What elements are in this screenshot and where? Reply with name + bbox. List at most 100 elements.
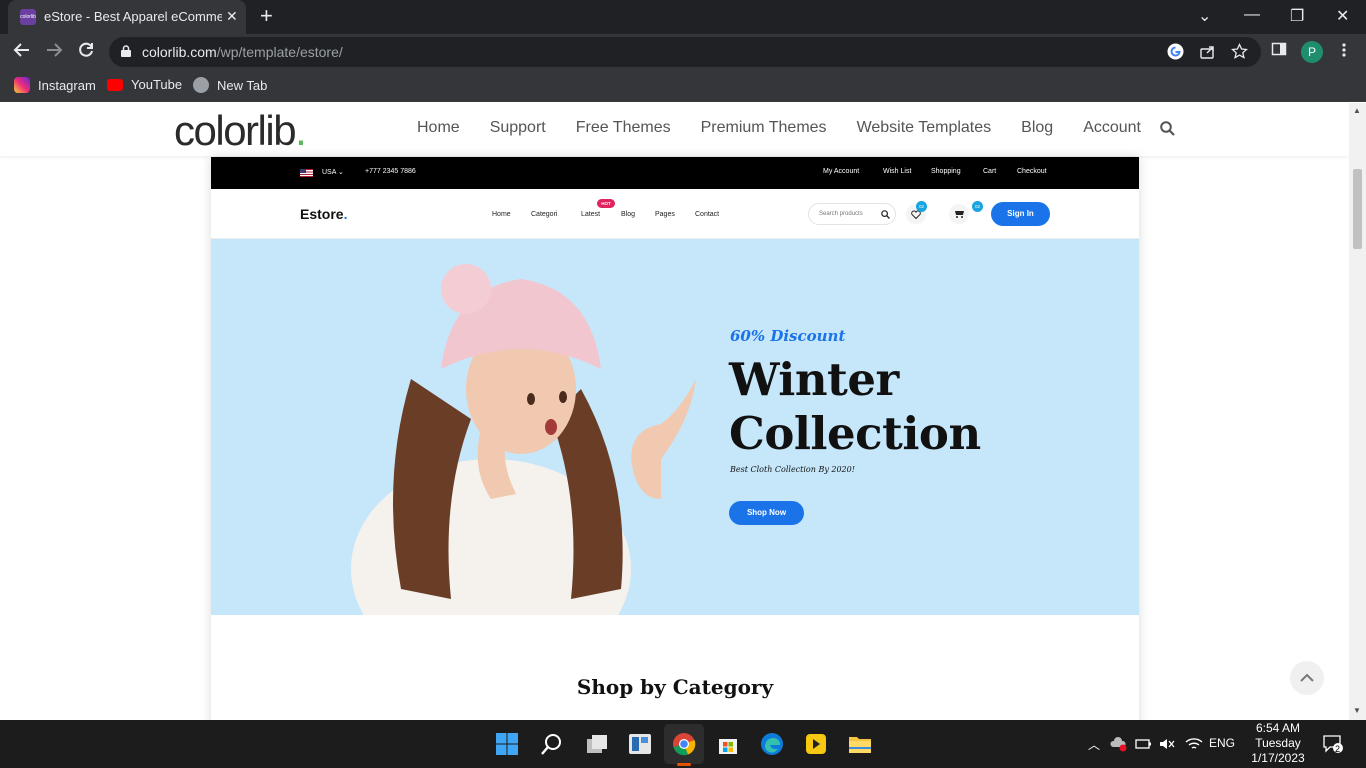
globe-icon <box>193 77 209 93</box>
wishlist-button[interactable]: 02 <box>906 201 927 224</box>
instagram-icon <box>14 77 30 93</box>
forward-icon[interactable] <box>45 41 63 63</box>
edge-icon[interactable] <box>760 732 784 756</box>
discount-label: 60% Discount <box>730 327 846 345</box>
notification-icon[interactable] <box>1322 734 1344 754</box>
nav-website-templates[interactable]: Website Templates <box>857 119 992 137</box>
lock-icon <box>121 45 131 57</box>
url-path: /wp/template/estore/ <box>216 44 343 60</box>
bookmark-youtube[interactable]: YouTube <box>107 77 182 92</box>
nav-blog[interactable]: Blog <box>1021 119 1053 137</box>
bookmark-new-tab[interactable]: New Tab <box>193 77 267 93</box>
cart-icon <box>955 211 964 218</box>
back-icon[interactable] <box>13 41 31 63</box>
estore-nav-contact[interactable]: Contact <box>695 211 719 218</box>
scroll-up-arrow-icon[interactable]: ▲ <box>1353 106 1361 115</box>
task-view-icon[interactable] <box>585 732 609 756</box>
bookmark-instagram[interactable]: Instagram <box>14 77 96 93</box>
nav-free-themes[interactable]: Free Themes <box>576 119 671 137</box>
estore-nav-home[interactable]: Home <box>492 211 511 218</box>
chevron-up-icon <box>1300 673 1314 682</box>
system-clock[interactable]: 6:54 AM Tuesday 1/17/2023 <box>1244 721 1312 766</box>
microsoft-store-icon[interactable] <box>716 732 740 756</box>
chrome-icon[interactable] <box>672 732 696 756</box>
show-hidden-icons-chevron-icon[interactable]: ︿ <box>1088 736 1100 753</box>
estore-logo-dot: . <box>343 206 348 222</box>
scroll-to-top-button[interactable] <box>1290 661 1324 695</box>
bookmark-star-icon[interactable] <box>1230 42 1249 64</box>
scroll-down-arrow-icon[interactable]: ▼ <box>1353 706 1361 715</box>
tab-close-icon[interactable]: ✕ <box>226 8 238 25</box>
address-bar[interactable]: colorlib.com/wp/template/estore/ <box>109 37 1261 67</box>
estore-nav-pages[interactable]: Pages <box>655 211 675 218</box>
hero-title: Winter Collection <box>729 353 981 461</box>
app-yellow-icon[interactable] <box>804 732 828 756</box>
link-checkout[interactable]: Checkout <box>1017 168 1047 175</box>
sign-in-button[interactable]: Sign In <box>991 202 1050 226</box>
tab-search-chevron-icon[interactable]: ⌄ <box>1198 6 1211 26</box>
estore-search-input[interactable]: Search products <box>808 203 896 225</box>
link-wish-list[interactable]: Wish List <box>883 168 911 175</box>
restore-button[interactable]: ❐ <box>1290 6 1304 26</box>
search-icon[interactable] <box>540 732 564 756</box>
language-indicator[interactable]: ENG <box>1209 736 1235 750</box>
cart-count-badge: 02 <box>972 201 983 212</box>
nav-account[interactable]: Account <box>1083 119 1141 137</box>
colorlib-logo[interactable]: colorlib. <box>174 107 307 155</box>
link-shopping[interactable]: Shopping <box>931 168 961 175</box>
tab-bar: colorlib eStore - Best Apparel eCommerce… <box>0 0 1366 34</box>
estore-nav-latest[interactable]: Latest <box>581 211 600 218</box>
hero-banner: 60% Discount Winter Collection Best Clot… <box>211 239 1139 615</box>
bookmark-label: New Tab <box>217 77 268 93</box>
nav-support[interactable]: Support <box>490 119 546 137</box>
cart-button[interactable]: 02 <box>949 201 983 224</box>
volume-muted-icon[interactable] <box>1158 736 1176 752</box>
share-icon[interactable] <box>1199 43 1216 64</box>
shop-now-button[interactable]: Shop Now <box>729 501 804 525</box>
nav-home[interactable]: Home <box>417 119 460 137</box>
search-placeholder: Search products <box>819 211 863 217</box>
close-window-button[interactable]: ✕ <box>1336 6 1349 26</box>
windows-taskbar: ︿ ENG 6:54 AM Tuesday 1/17/2023 2 <box>0 720 1366 768</box>
hot-badge: HOT <box>597 199 615 208</box>
reload-icon[interactable] <box>77 41 95 63</box>
google-icon[interactable] <box>1167 43 1184 64</box>
search-icon[interactable] <box>881 210 890 219</box>
new-tab-button[interactable]: + <box>260 5 273 27</box>
onedrive-error-icon[interactable] <box>1110 736 1128 752</box>
nav-premium-themes[interactable]: Premium Themes <box>701 119 827 137</box>
estore-nav-categori[interactable]: Categori <box>531 211 557 218</box>
active-app-indicator <box>677 763 691 766</box>
youtube-icon <box>107 78 123 91</box>
search-icon[interactable] <box>1160 121 1175 136</box>
colorlib-nav: Home Support Free Themes Premium Themes … <box>417 119 1141 137</box>
bookmark-label: YouTube <box>131 77 183 92</box>
file-explorer-icon[interactable] <box>848 732 872 756</box>
battery-plug-icon[interactable] <box>1135 736 1153 752</box>
country-label: USA <box>322 169 337 176</box>
url-text: colorlib.com/wp/template/estore/ <box>142 44 343 60</box>
link-my-account[interactable]: My Account <box>823 168 859 175</box>
section-title: Shop by Category <box>576 675 774 699</box>
logo-text: colorlib <box>174 107 297 154</box>
profile-avatar[interactable]: P <box>1301 41 1323 63</box>
browser-toolbar: colorlib.com/wp/template/estore/ P <box>0 34 1366 70</box>
scroll-thumb[interactable] <box>1353 169 1362 249</box>
tab-title: eStore - Best Apparel eCommerce <box>44 9 222 24</box>
browser-tab[interactable]: colorlib eStore - Best Apparel eCommerce… <box>8 0 246 34</box>
chrome-menu-icon[interactable] <box>1338 41 1350 63</box>
windows-start-icon[interactable] <box>495 732 519 756</box>
minimize-button[interactable]: — <box>1244 6 1260 24</box>
wifi-icon[interactable] <box>1185 736 1203 752</box>
page-scrollbar[interactable]: ▲ ▼ <box>1349 103 1366 720</box>
estore-nav-blog[interactable]: Blog <box>621 211 635 218</box>
widgets-icon[interactable] <box>628 732 652 756</box>
side-panel-icon[interactable] <box>1271 41 1287 61</box>
country-select[interactable]: USA ⌄ <box>322 168 344 176</box>
link-cart[interactable]: Cart <box>983 168 996 175</box>
estore-topbar: USA ⌄ +777 2345 7886 My Account Wish Lis… <box>211 157 1139 189</box>
estore-logo[interactable]: Estore. <box>300 206 347 222</box>
hero-model-image <box>351 264 696 615</box>
us-flag-icon <box>300 169 313 177</box>
logo-dot: . <box>295 107 307 154</box>
